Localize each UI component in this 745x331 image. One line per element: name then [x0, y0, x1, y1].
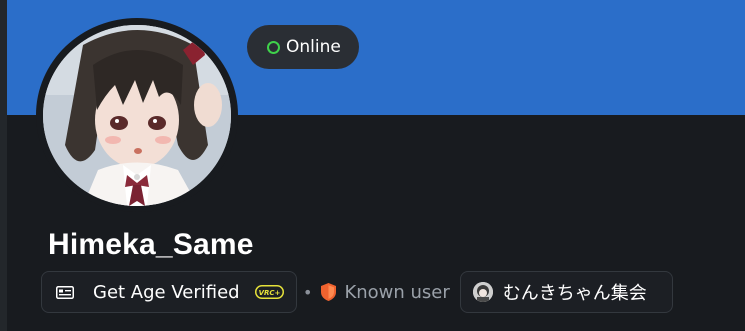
vrc-plus-icon: VRC+	[254, 285, 284, 299]
represented-group-button[interactable]: むんきちゃん集会	[459, 271, 673, 313]
online-indicator-icon	[267, 40, 280, 54]
id-card-icon	[56, 285, 74, 299]
badge-row: Get Age Verified VRC+ • Known user むんきちゃ…	[41, 270, 673, 314]
group-avatar-icon	[472, 282, 493, 302]
trust-rank-badge: Known user	[320, 281, 450, 303]
badge-separator: •	[303, 282, 313, 302]
profile-header: Online Himeka_Same Get Age Verified VRC+…	[0, 0, 745, 331]
profile-username: Himeka_Same	[48, 228, 254, 261]
status-label: Online	[286, 37, 341, 57]
trust-rank-label: Known user	[344, 281, 450, 303]
left-edge-strip	[0, 0, 7, 331]
online-status-badge[interactable]: Online	[247, 25, 359, 69]
group-name-label: むんきちゃん集会	[502, 283, 647, 304]
age-verify-label: Get Age Verified	[93, 281, 240, 303]
vrc-plus-tag-text: VRC+	[258, 289, 280, 297]
profile-avatar[interactable]	[43, 25, 231, 206]
avatar-illustration	[43, 25, 231, 206]
get-age-verified-button[interactable]: Get Age Verified VRC+	[41, 271, 297, 313]
shield-icon	[321, 283, 337, 301]
